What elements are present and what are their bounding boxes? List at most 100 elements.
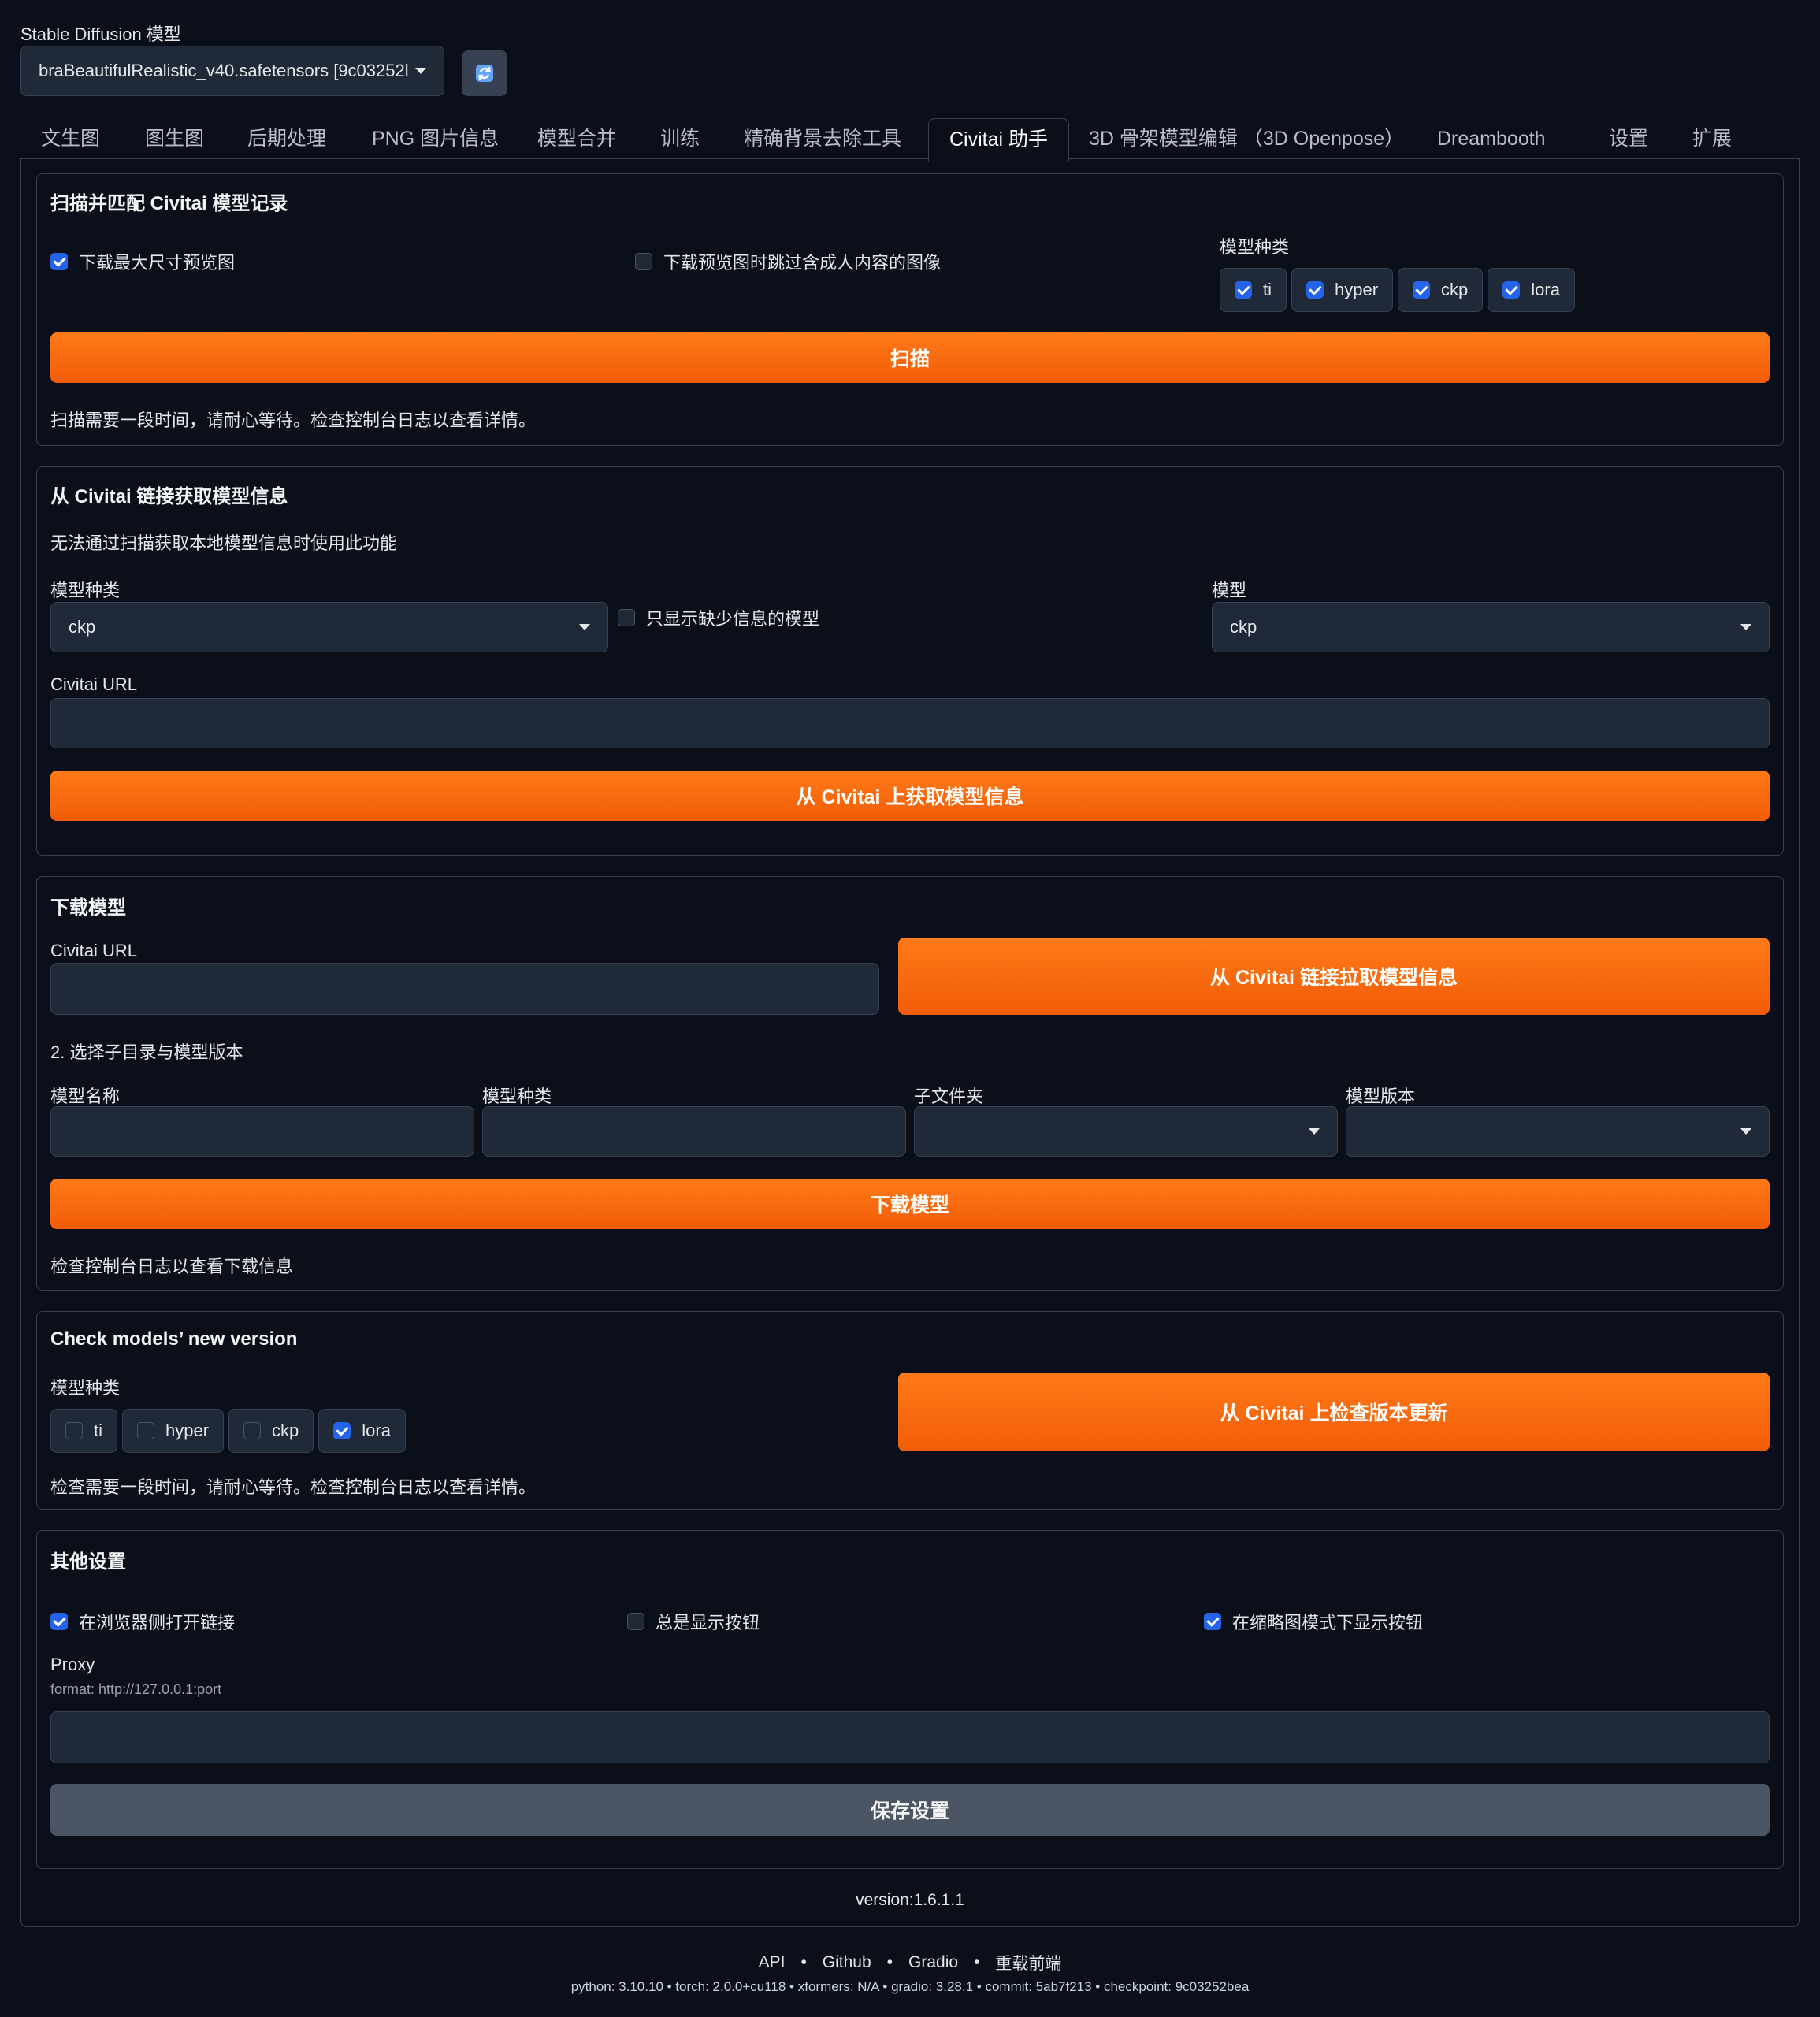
- scan-type-ti[interactable]: ti: [1220, 268, 1287, 312]
- scan-type-hyper[interactable]: hyper: [1291, 268, 1394, 312]
- type-label: lora: [1531, 280, 1560, 299]
- check-type-ckp[interactable]: ckp: [228, 1409, 314, 1453]
- tab-bar: 文生图 图生图 后期处理 PNG 图片信息 模型合并 训练 精确背景去除工具 C…: [20, 118, 1800, 162]
- download-name-input[interactable]: [50, 1106, 474, 1157]
- footer-link-reload-ui[interactable]: 重载前端: [995, 1951, 1061, 1974]
- footer-link-gradio[interactable]: Gradio: [908, 1953, 958, 1972]
- type-label: hyper: [1335, 280, 1379, 299]
- chevron-down-icon: [415, 68, 426, 74]
- footer-link-api[interactable]: API: [759, 1953, 786, 1972]
- checkbox-checked[interactable]: [1306, 281, 1324, 299]
- checkbox-unchecked[interactable]: [243, 1422, 262, 1439]
- proxy-hint: format: http://127.0.0.1:port: [50, 1681, 222, 1697]
- check-type-ti[interactable]: ti: [50, 1409, 117, 1453]
- download-max-preview-checkbox[interactable]: 下载最大尺寸预览图: [50, 249, 235, 274]
- always-show-checkbox[interactable]: 总是显示按钮: [627, 1609, 760, 1634]
- download-model-button[interactable]: 下载模型: [50, 1179, 1770, 1229]
- chevron-down-icon: [579, 624, 590, 630]
- type-label: ti: [1263, 280, 1272, 299]
- type-label: hyper: [165, 1421, 210, 1440]
- download-version-label: 模型版本: [1346, 1087, 1416, 1106]
- checkbox-unchecked[interactable]: [627, 1613, 644, 1630]
- checkbox-checked[interactable]: [333, 1422, 351, 1439]
- checkbox-checked[interactable]: [1413, 281, 1431, 299]
- scan-note: 扫描需要一段时间，请耐心等待。检查控制台日志以查看详情。: [50, 410, 537, 430]
- download-name-label: 模型名称: [50, 1087, 121, 1106]
- footer-link-github[interactable]: Github: [823, 1953, 871, 1972]
- footer-versions: python: 3.10.10 • torch: 2.0.0+cu118 • x…: [570, 1979, 1250, 1994]
- checkbox-unchecked[interactable]: [65, 1422, 83, 1439]
- tab-png-info[interactable]: PNG 图片信息: [351, 118, 519, 159]
- tab-img2img[interactable]: 图生图: [124, 118, 225, 159]
- tab-bg-removal[interactable]: 精确背景去除工具: [723, 118, 922, 159]
- tab-civitai-helper[interactable]: Civitai 助手: [928, 118, 1070, 162]
- always-show-label: 总是显示按钮: [656, 1613, 760, 1633]
- separator-dot: •: [800, 1953, 807, 1971]
- separator-dot: •: [974, 1953, 980, 1971]
- skip-nsfw-checkbox[interactable]: 下载预览图时跳过含成人内容的图像: [635, 249, 941, 274]
- pull-model-info-button[interactable]: 从 Civitai 链接拉取模型信息: [898, 938, 1770, 1015]
- save-settings-button[interactable]: 保存设置: [50, 1784, 1770, 1836]
- download-type-label: 模型种类: [482, 1087, 552, 1106]
- checkbox-unchecked[interactable]: [635, 253, 652, 270]
- only-missing-checkbox[interactable]: 只显示缺少信息的模型: [618, 605, 819, 630]
- fetch-model-type-value: ckp: [69, 617, 96, 637]
- check-type-lora[interactable]: lora: [318, 1409, 406, 1453]
- download-subfolder-label: 子文件夹: [914, 1087, 984, 1106]
- download-subfolder-select[interactable]: [914, 1106, 1338, 1157]
- check-updates-button[interactable]: 从 Civitai 上检查版本更新: [898, 1373, 1770, 1451]
- fetch-model-type-select[interactable]: ckp: [50, 602, 608, 652]
- chevron-down-icon: [1740, 1128, 1751, 1135]
- chevron-down-icon: [1740, 624, 1751, 630]
- checkbox-unchecked[interactable]: [137, 1422, 154, 1439]
- checkbox-checked[interactable]: [50, 1613, 68, 1630]
- check-type-hyper[interactable]: hyper: [122, 1409, 225, 1453]
- scan-type-ckp[interactable]: ckp: [1398, 268, 1484, 312]
- check-model-type-group: ti hyper ckp lora: [50, 1409, 406, 1453]
- checkbox-checked[interactable]: [1502, 281, 1521, 299]
- download-type-input[interactable]: [482, 1106, 906, 1157]
- check-note: 检查需要一段时间，请耐心等待。检查控制台日志以查看详情。: [50, 1477, 537, 1497]
- other-title: 其他设置: [50, 1551, 126, 1573]
- fetch-url-label: Civitai URL: [50, 674, 138, 694]
- proxy-label: Proxy: [50, 1655, 95, 1674]
- tab-3d-openpose[interactable]: 3D 骨架模型编辑 （3D Openpose）: [1068, 118, 1424, 159]
- tab-checkpoint-merger[interactable]: 模型合并: [517, 118, 637, 159]
- scan-model-type-label: 模型种类: [1220, 237, 1290, 257]
- checkbox-unchecked[interactable]: [618, 609, 635, 626]
- fetch-model-select[interactable]: ckp: [1212, 602, 1770, 652]
- refresh-button[interactable]: [462, 50, 507, 96]
- download-title: 下载模型: [50, 897, 126, 919]
- tab-extras[interactable]: 后期处理: [227, 118, 347, 159]
- sd-model-select[interactable]: braBeautifulRealistic_v40.safetensors [9…: [20, 46, 444, 96]
- scan-button[interactable]: 扫描: [50, 332, 1770, 383]
- tab-txt2img[interactable]: 文生图: [20, 118, 121, 159]
- fetch-model-info-button[interactable]: 从 Civitai 上获取模型信息: [50, 771, 1770, 821]
- fetch-model-value: ckp: [1230, 617, 1257, 637]
- thumb-mode-checkbox[interactable]: 在缩略图模式下显示按钮: [1204, 1609, 1423, 1634]
- open-in-browser-checkbox[interactable]: 在浏览器侧打开链接: [50, 1609, 235, 1634]
- chevron-down-icon: [1309, 1128, 1320, 1135]
- download-version-select[interactable]: [1346, 1106, 1770, 1157]
- tab-train[interactable]: 训练: [640, 118, 720, 159]
- skip-nsfw-label: 下载预览图时跳过含成人内容的图像: [663, 253, 942, 273]
- sd-model-value: braBeautifulRealistic_v40.safetensors [9…: [39, 61, 409, 80]
- download-step2: 2. 选择子目录与模型版本: [50, 1042, 243, 1062]
- fetch-model-type-label: 模型种类: [50, 581, 121, 600]
- checkbox-checked[interactable]: [50, 253, 68, 270]
- scan-model-type-group: ti hyper ckp lora: [1220, 268, 1575, 312]
- tab-settings[interactable]: 设置: [1588, 118, 1669, 159]
- proxy-input[interactable]: [50, 1711, 1770, 1763]
- checkbox-checked[interactable]: [1204, 1613, 1221, 1630]
- download-url-input[interactable]: [50, 963, 879, 1015]
- checkbox-checked[interactable]: [1235, 281, 1252, 299]
- tab-dreambooth[interactable]: Dreambooth: [1417, 118, 1566, 159]
- scan-type-lora[interactable]: lora: [1488, 268, 1575, 312]
- type-label: ckp: [272, 1421, 299, 1440]
- fetch-model-label: 模型: [1212, 581, 1247, 600]
- fetch-url-input[interactable]: [50, 698, 1770, 748]
- tab-extensions[interactable]: 扩展: [1672, 118, 1752, 159]
- thumb-mode-label: 在缩略图模式下显示按钮: [1232, 1613, 1424, 1633]
- download-url-label: Civitai URL: [50, 941, 138, 960]
- scan-title: 扫描并匹配 Civitai 模型记录: [50, 193, 288, 214]
